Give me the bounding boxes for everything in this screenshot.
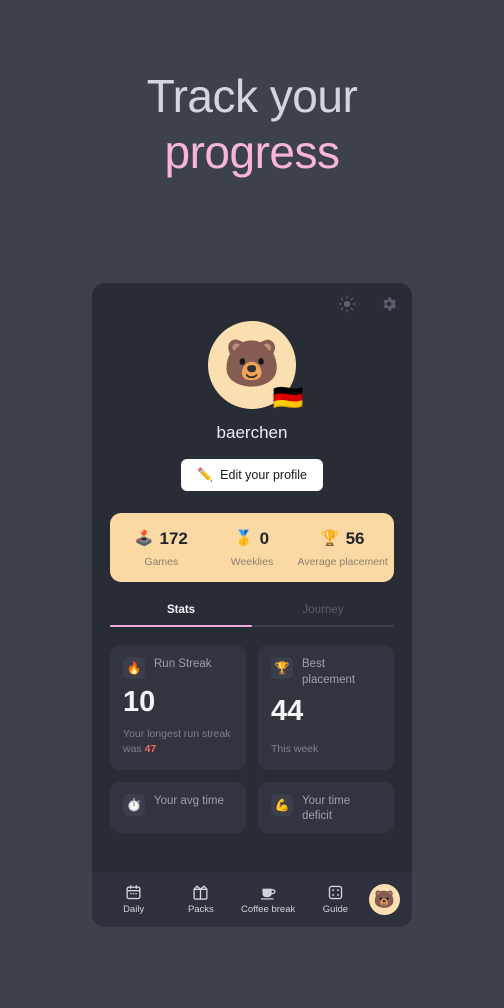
- summary-stat-weeklies: 🥇 0 Weeklies: [207, 527, 298, 569]
- stat-card-avg-time-head: ⏱️ Your avg time: [123, 793, 233, 816]
- stat-card-grid: 🔥 Run Streak 10 Your longest run streak …: [110, 645, 394, 833]
- summary-stat-games-value: 172: [159, 528, 188, 548]
- summary-stat-games: 🕹️ 172 Games: [116, 527, 207, 569]
- packs-icon: [192, 884, 209, 901]
- nav-item-daily-label: Daily: [123, 904, 145, 915]
- nav-item-guide[interactable]: Guide: [302, 884, 369, 915]
- stat-card-avg-time-title: Your avg time: [154, 794, 224, 807]
- stat-card-run-streak-head: 🔥 Run Streak: [123, 657, 233, 680]
- nav-item-coffee-break[interactable]: Coffee break: [235, 884, 302, 915]
- coffee-cup-icon: [260, 884, 277, 901]
- stat-card-time-deficit[interactable]: 💪 Your time deficit: [258, 781, 394, 833]
- summary-stat-average-placement-value: 56: [345, 528, 365, 548]
- bear-avatar-button[interactable]: 🐻: [369, 884, 400, 915]
- stat-card-run-streak-footer-highlight: 47: [144, 742, 157, 755]
- stat-card-run-streak-value: 10: [123, 686, 156, 719]
- stat-card-best-placement-footer-text: This week: [271, 742, 319, 755]
- stat-card-best-placement-head: 🏆 Best placement: [271, 657, 381, 688]
- summary-stat-games-top: 🕹️ 172: [116, 527, 207, 549]
- stat-card-run-streak-title: Run Streak: [154, 658, 212, 671]
- nav-item-daily[interactable]: Daily: [100, 884, 167, 915]
- bear-avatar-glyph: 🐻: [223, 337, 281, 389]
- dice-icon: [327, 884, 344, 901]
- stat-card-avg-time[interactable]: ⏱️ Your avg time: [110, 781, 246, 833]
- stat-card-best-placement-value: 44: [271, 695, 304, 728]
- summary-stat-weeklies-top: 🥇 0: [207, 527, 298, 549]
- gear-icon[interactable]: [378, 293, 400, 315]
- nav-item-packs[interactable]: Packs: [167, 884, 234, 915]
- calendar-icon: [125, 884, 142, 901]
- flexed-biceps-icon: 💪: [271, 793, 293, 816]
- nav-item-coffee-break-label: Coffee break: [241, 904, 296, 915]
- tab-indicator: [110, 625, 252, 628]
- stat-card-best-placement[interactable]: 🏆 Best placement 44 This week: [258, 645, 394, 770]
- trophy-icon: 🏆: [271, 657, 293, 680]
- tab-bar: Stats Journey: [110, 604, 394, 625]
- stat-card-best-placement-footer: This week: [271, 732, 381, 757]
- summary-stat-average-placement-label: Average placement: [297, 556, 388, 568]
- headline-line-2: progress: [164, 125, 340, 178]
- bottom-navigation: Daily Packs Coffee break Guide 🐻: [92, 872, 412, 927]
- summary-stats-bar: 🕹️ 172 Games 🥇 0 Weeklies 🏆 56 Average p…: [110, 513, 394, 583]
- tab-journey[interactable]: Journey: [252, 604, 394, 625]
- sun-icon[interactable]: [336, 293, 358, 315]
- summary-stat-weeklies-value: 0: [259, 528, 270, 548]
- summary-stat-weeklies-label: Weeklies: [230, 556, 274, 568]
- edit-profile-button[interactable]: ✏️ Edit your profile: [180, 459, 324, 491]
- stat-card-time-deficit-head: 💪 Your time deficit: [271, 793, 381, 825]
- stopwatch-icon: ⏱️: [123, 793, 145, 816]
- stat-card-run-streak-footer: Your longest run streak was 47: [123, 717, 233, 756]
- stat-card-run-streak[interactable]: 🔥 Run Streak 10 Your longest run streak …: [110, 645, 246, 770]
- stat-card-run-streak-footer-text: Your longest run streak was: [123, 728, 231, 755]
- nav-item-guide-label: Guide: [322, 904, 349, 915]
- tab-stats[interactable]: Stats: [110, 604, 252, 625]
- stat-card-best-placement-title: Best placement: [302, 658, 356, 686]
- avatar[interactable]: 🐻 🇩🇪: [208, 321, 304, 411]
- trophy-icon: 🏆: [320, 529, 340, 547]
- joystick-icon: 🕹️: [134, 529, 154, 547]
- phone-topbar: [336, 293, 400, 315]
- nav-item-packs-label: Packs: [187, 904, 214, 915]
- tab-indicator-track: [110, 625, 394, 628]
- page-root: Track your progress 🐻 🇩🇪 baerchen ✏️ Edi…: [0, 0, 504, 1008]
- username-label: baerchen: [216, 423, 288, 442]
- page-headline: Track your progress: [0, 70, 504, 178]
- fire-icon: 🔥: [123, 657, 145, 680]
- pencil-icon: ✏️: [196, 467, 214, 482]
- medal-icon: 🥇: [234, 529, 254, 547]
- summary-stat-games-label: Games: [144, 556, 179, 568]
- phone-mockup: 🐻 🇩🇪 baerchen ✏️ Edit your profile 🕹️ 17…: [92, 283, 412, 927]
- germany-flag-icon: 🇩🇪: [272, 384, 304, 412]
- headline-line-1: Track your: [146, 70, 358, 122]
- summary-stat-average-placement: 🏆 56 Average placement: [297, 527, 388, 569]
- stat-card-time-deficit-title: Your time deficit: [302, 794, 351, 823]
- summary-stat-average-placement-top: 🏆 56: [297, 527, 388, 549]
- edit-profile-label: Edit your profile: [220, 468, 308, 482]
